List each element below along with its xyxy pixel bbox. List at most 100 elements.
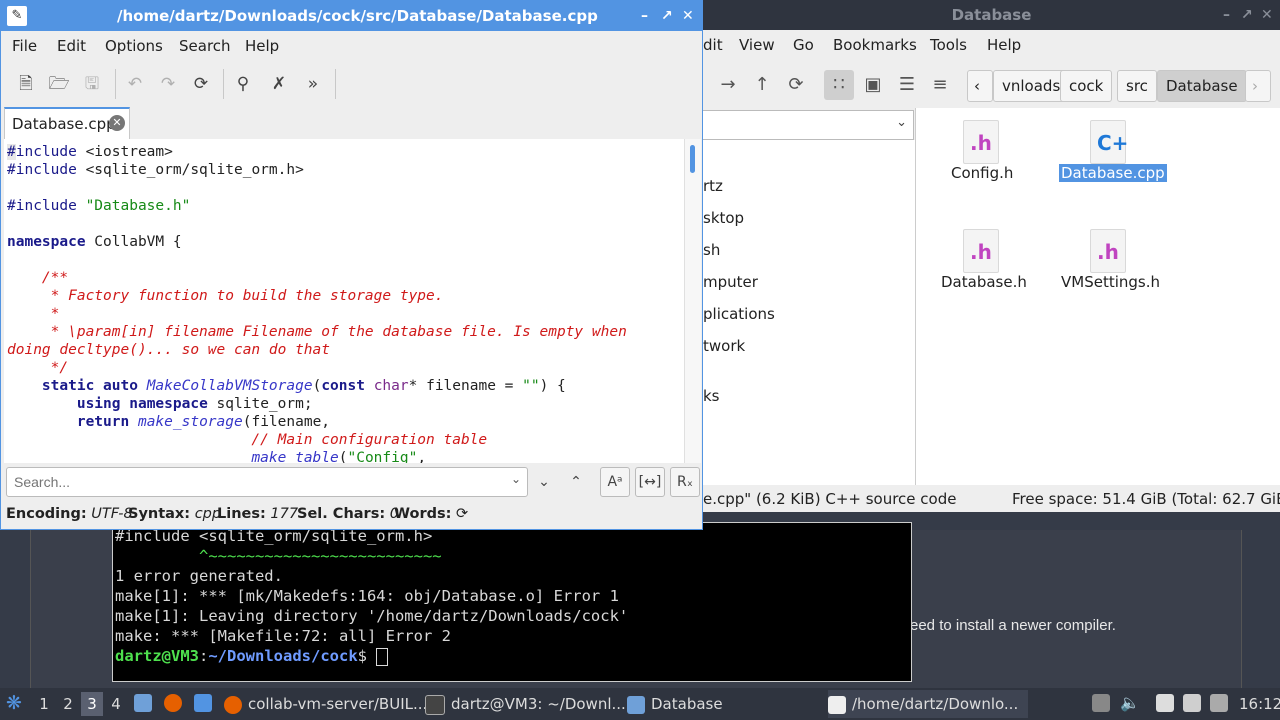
thumbnail-view-icon[interactable]: ▣ (858, 70, 888, 100)
prompt-user: dartz@VM3 (115, 647, 199, 665)
close-icon[interactable]: ✕ (682, 1, 694, 31)
place-bookmarks[interactable]: ks (703, 387, 720, 405)
text-editor-window[interactable]: ✎ /home/dartz/Downloads/cock/src/Databas… (0, 0, 703, 530)
task-terminal[interactable]: dartz@VM3: ~/Downl... (425, 690, 626, 718)
breadcrumb-scroll-right-icon[interactable]: › (1245, 70, 1271, 102)
up-icon[interactable]: ↑ (747, 70, 777, 100)
firefox-launcher-icon[interactable] (164, 693, 188, 712)
place-computer[interactable]: mputer (703, 273, 758, 291)
terminal-line: ^~~~~~~~~~~~~~~~~~~~~~~~~~ (115, 547, 442, 565)
toolbar-separator (115, 69, 116, 99)
encoding-status: Encoding: UTF-8 (6, 506, 133, 522)
place-applications[interactable]: plications (703, 305, 775, 323)
whole-word-icon[interactable]: [↔] (635, 467, 665, 497)
match-case-icon[interactable]: Aᵃ (600, 467, 630, 497)
place-desktop[interactable]: sktop (703, 209, 744, 227)
file-manager-window[interactable]: Database – ↗ ✕ dit View Go Bookmarks Too… (703, 0, 1280, 512)
save-icon[interactable]: 🖫 (77, 69, 107, 99)
menu-tools[interactable]: Tools (930, 36, 967, 54)
file-manager-launcher-icon[interactable] (134, 693, 158, 712)
task-text-editor[interactable]: /home/dartz/Downlo... (828, 690, 1028, 718)
toolbar-separator (335, 69, 336, 99)
workspace-4[interactable]: 4 (105, 692, 127, 716)
find-icon[interactable]: ⚲ (228, 69, 258, 99)
chevron-down-icon[interactable]: ⌄ (511, 472, 521, 486)
find-previous-icon[interactable]: ⌃ (561, 467, 591, 497)
clock[interactable]: 16:12 (1239, 695, 1280, 713)
icon-view-icon[interactable]: ∷ (824, 70, 854, 100)
tab-database-cpp[interactable]: Database.cpp ✕ (4, 107, 130, 139)
start-menu-icon[interactable]: ❋ (6, 692, 22, 714)
breadcrumb-cock[interactable]: cock (1060, 70, 1113, 102)
minimize-icon[interactable]: – (641, 1, 648, 31)
find-replace-icon[interactable]: ✗ (264, 69, 294, 99)
clipboard-icon[interactable] (1156, 693, 1180, 712)
task-firefox[interactable]: collab-vm-server/BUIL... (224, 690, 427, 718)
refresh-words-icon[interactable]: ⟳ (456, 506, 468, 522)
close-tab-icon[interactable]: ✕ (109, 115, 125, 131)
terminal-line: make[1]: Leaving directory '/home/dartz/… (115, 607, 629, 625)
code-editor[interactable]: #include <iostream> #include <sqlite_orm… (4, 139, 684, 463)
more-tools-icon[interactable]: » (298, 69, 328, 99)
search-bar[interactable]: ⌄ (6, 467, 528, 497)
vertical-scrollbar[interactable] (684, 139, 701, 463)
firefox-icon (224, 695, 242, 714)
menu-help[interactable]: Help (987, 36, 1021, 54)
redo-icon[interactable]: ↷ (153, 69, 183, 99)
compact-view-icon[interactable]: ☰ (892, 70, 922, 100)
breadcrumb-database[interactable]: Database (1157, 70, 1247, 102)
code-line: doing decltype()... so we can do that (7, 342, 331, 358)
side-pane-mode-select[interactable]: ⌄ (703, 110, 914, 140)
menu-help[interactable]: Help (245, 37, 279, 55)
menu-view[interactable]: View (739, 36, 775, 54)
code-line: * (7, 306, 60, 322)
screen-icon[interactable] (1210, 693, 1234, 712)
reload-icon[interactable]: ⟳ (186, 69, 216, 99)
editor-titlebar[interactable]: ✎ /home/dartz/Downloads/cock/src/Databas… (1, 1, 702, 31)
syntax-status[interactable]: Syntax: cpp (128, 506, 221, 522)
network-icon[interactable] (1183, 693, 1207, 712)
workspace-2[interactable]: 2 (57, 692, 79, 716)
show-desktop-icon[interactable] (194, 693, 218, 712)
place-network[interactable]: twork (703, 337, 745, 355)
open-folder-icon[interactable]: 🗁 (44, 69, 74, 99)
terminal-cursor (376, 647, 389, 666)
volume-icon[interactable]: 🔈 (1120, 693, 1140, 712)
maximize-icon[interactable]: ↗ (661, 1, 673, 31)
menu-go[interactable]: Go (793, 36, 814, 54)
detailed-list-icon[interactable]: ≡ (925, 70, 955, 100)
scrollbar-thumb[interactable] (690, 145, 695, 173)
workspace-3[interactable]: 3 (81, 692, 103, 716)
place-home[interactable]: rtz (703, 177, 723, 195)
maximize-icon[interactable]: ↗ (1241, 0, 1253, 30)
menu-edit[interactable]: dit (703, 36, 723, 54)
new-file-icon[interactable]: 🗎 (11, 69, 41, 99)
task-file-manager[interactable]: Database (627, 690, 822, 718)
place-trash[interactable]: sh (703, 241, 720, 259)
menu-search[interactable]: Search (179, 37, 231, 55)
minimize-icon[interactable]: – (1223, 0, 1230, 30)
find-next-icon[interactable]: ⌄ (529, 467, 559, 497)
chevron-down-icon: ⌄ (896, 115, 907, 130)
editor-title: /home/dartz/Downloads/cock/src/Database/… (117, 7, 598, 25)
workspace-1[interactable]: 1 (33, 692, 55, 716)
prompt-sep: : (199, 647, 209, 665)
terminal-prompt[interactable]: dartz@VM3:~/Downloads/cock$ (115, 646, 389, 666)
menu-edit[interactable]: Edit (57, 37, 86, 55)
file-manager-titlebar[interactable]: Database – ↗ ✕ (703, 0, 1280, 30)
tray-panel-icon[interactable] (1092, 693, 1116, 712)
file-name: Database.cpp (1059, 164, 1167, 182)
terminal-window[interactable]: #include <sqlite_orm/sqlite_orm.h> ^~~~~… (112, 522, 912, 682)
menu-file[interactable]: File (12, 37, 37, 55)
breadcrumb-src[interactable]: src (1117, 70, 1157, 102)
undo-icon[interactable]: ↶ (120, 69, 150, 99)
close-icon[interactable]: ✕ (1261, 0, 1273, 30)
forward-icon[interactable]: → (713, 70, 743, 100)
regex-icon[interactable]: Rₓ (670, 467, 700, 497)
breadcrumb-scroll-left-icon[interactable]: ‹ (967, 70, 993, 102)
reload-icon[interactable]: ⟳ (781, 70, 811, 100)
breadcrumb-downloads[interactable]: vnloads (993, 70, 1070, 102)
menu-options[interactable]: Options (105, 37, 163, 55)
menu-bookmarks[interactable]: Bookmarks (833, 36, 917, 54)
search-input[interactable] (12, 471, 496, 493)
